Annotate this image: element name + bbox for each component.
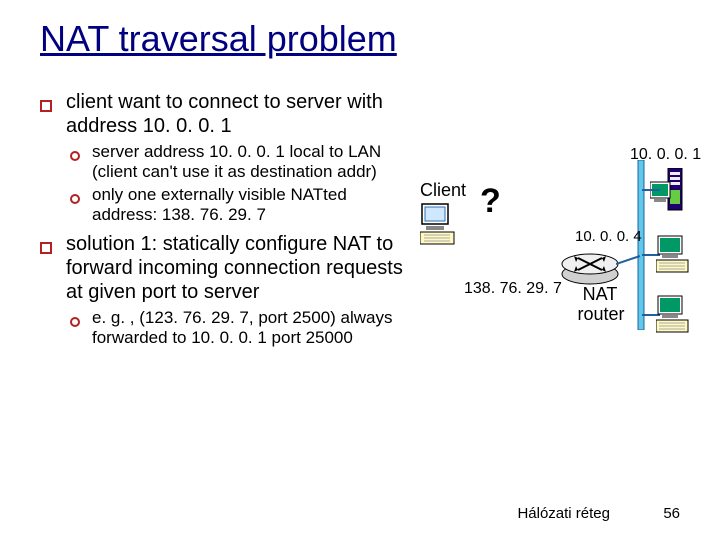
public-ip-label: 138. 76. 29. 7 — [464, 280, 562, 298]
bullet-level2: only one externally visible NATted addre… — [70, 185, 410, 226]
circle-bullet-icon — [70, 189, 86, 201]
circle-bullet-icon — [70, 146, 86, 158]
bullet-level2: server address 10. 0. 0. 1 local to LAN … — [70, 142, 410, 183]
slide-title: NAT traversal problem — [40, 18, 397, 60]
bullet-level2: e. g. , (123. 76. 29. 7, port 2500) alwa… — [70, 308, 410, 349]
bullet-level1: client want to connect to server with ad… — [40, 90, 410, 138]
nat-label-1: NAT — [570, 284, 630, 305]
footer-page-number: 56 — [663, 505, 680, 522]
router-ip-label: 10. 0. 0. 4 — [575, 228, 642, 245]
bullet-text: server address 10. 0. 0. 1 local to LAN … — [92, 142, 410, 183]
footer-section: Hálózati réteg — [517, 505, 610, 522]
bullet-text: client want to connect to server with ad… — [66, 90, 410, 138]
nat-label-2: router — [566, 304, 636, 325]
bullet-level1: solution 1: statically configure NAT to … — [40, 232, 410, 304]
bullet-text: only one externally visible NATted addre… — [92, 185, 410, 226]
circle-bullet-icon — [70, 312, 86, 324]
nat-router-icon — [560, 246, 620, 286]
router-lan-link-icon — [616, 250, 642, 270]
bullet-text: e. g. , (123. 76. 29. 7, port 2500) alwa… — [92, 308, 410, 349]
network-diagram: Client ? 10. 0. 0. 1 — [420, 150, 710, 400]
slide: NAT traversal problem client want to con… — [0, 0, 720, 540]
host-computer-icon — [656, 294, 700, 338]
host-computer-icon — [656, 234, 700, 278]
client-label: Client — [420, 180, 466, 201]
bullet-text: solution 1: statically configure NAT to … — [66, 232, 410, 304]
client-computer-icon — [420, 202, 464, 248]
content-block: client want to connect to server with ad… — [40, 90, 410, 350]
square-bullet-icon — [40, 236, 58, 250]
question-mark: ? — [480, 182, 501, 221]
square-bullet-icon — [40, 94, 58, 108]
